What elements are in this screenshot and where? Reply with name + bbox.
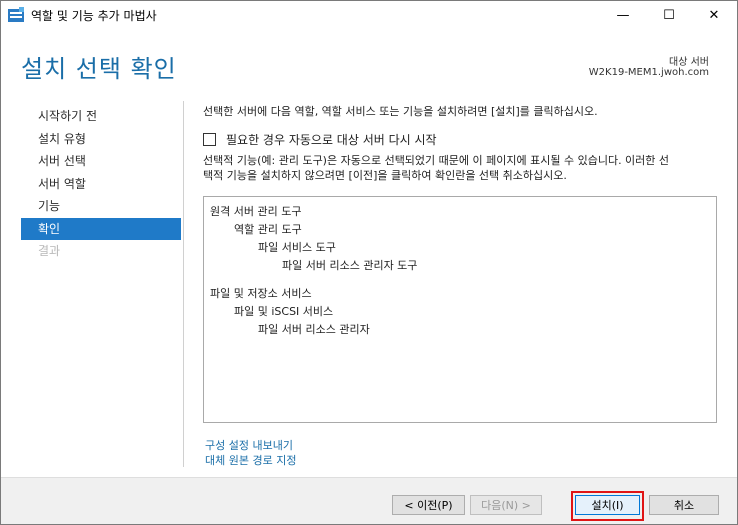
- restart-option[interactable]: 필요한 경우 자동으로 대상 서버 다시 시작: [203, 131, 437, 148]
- restart-label[interactable]: 필요한 경우 자동으로 대상 서버 다시 시작: [226, 131, 437, 148]
- feature-item: 역할 관리 도구: [234, 223, 302, 236]
- nav-divider: [183, 101, 184, 467]
- alternate-source-link[interactable]: 대체 원본 경로 지정: [205, 452, 296, 468]
- maximize-icon: ☐: [663, 7, 675, 23]
- wizard-window: 역할 및 기능 추가 마법사 — ☐ ✕ 설치 선택 확인 대상 서버 W2K1…: [0, 0, 738, 525]
- close-button[interactable]: ✕: [691, 1, 737, 29]
- note-line-2: 택적 기능을 설치하지 않으려면 [이전]을 클릭하여 확인란을 선택 취소하십…: [203, 169, 567, 182]
- minimize-button[interactable]: —: [600, 1, 646, 29]
- feature-item: 파일 서비스 도구: [258, 241, 336, 254]
- feature-item: 파일 및 iSCSI 서비스: [234, 305, 334, 318]
- feature-item: 파일 및 저장소 서비스: [210, 287, 312, 300]
- nav-item-before-you-begin[interactable]: 시작하기 전: [21, 105, 181, 128]
- nav-item-installation-type[interactable]: 설치 유형: [21, 128, 181, 151]
- feature-item: 파일 서버 리소스 관리자 도구: [282, 259, 418, 272]
- title-bar: 역할 및 기능 추가 마법사 — ☐ ✕: [1, 1, 737, 29]
- nav-item-results: 결과: [38, 244, 61, 258]
- destination-server-label: 대상 서버: [669, 57, 709, 68]
- next-button: 다음(N) >: [470, 495, 542, 515]
- export-config-link[interactable]: 구성 설정 내보내기: [205, 437, 293, 453]
- cancel-button[interactable]: 취소: [649, 495, 719, 515]
- page-title: 설치 선택 확인: [21, 55, 177, 83]
- previous-button[interactable]: < 이전(P): [392, 495, 465, 515]
- nav-item-server-selection[interactable]: 서버 선택: [21, 150, 181, 173]
- install-highlight-box: [571, 491, 644, 521]
- nav-item-server-roles[interactable]: 서버 역할: [21, 173, 181, 196]
- optional-features-note: 선택적 기능(예: 관리 도구)은 자동으로 선택되었기 때문에 이 페이지에 …: [203, 153, 718, 183]
- wizard-steps-nav: 시작하기 전 설치 유형 서버 선택 서버 역할 기능 확인 결과: [21, 105, 181, 263]
- nav-item-features[interactable]: 기능: [21, 195, 181, 218]
- maximize-button[interactable]: ☐: [646, 1, 692, 29]
- nav-item-confirmation[interactable]: 확인: [21, 217, 181, 240]
- minimize-icon: —: [616, 7, 630, 23]
- wizard-header: 설치 선택 확인 대상 서버 W2K19-MEM1.jwoh.com: [1, 29, 737, 91]
- restart-checkbox[interactable]: [203, 133, 216, 146]
- instruction-text: 선택한 서버에 다음 역할, 역할 서비스 또는 기능을 설치하려면 [설치]를…: [203, 105, 598, 118]
- wizard-footer: < 이전(P) 다음(N) > 설치(I) 취소: [1, 477, 737, 524]
- window-title: 역할 및 기능 추가 마법사: [31, 9, 157, 23]
- note-line-1: 선택적 기능(예: 관리 도구)은 자동으로 선택되었기 때문에 이 페이지에 …: [203, 154, 670, 167]
- server-manager-icon: [8, 7, 24, 22]
- destination-server-name: W2K19-MEM1.jwoh.com: [588, 67, 709, 78]
- close-icon: ✕: [708, 7, 720, 23]
- selected-features-list[interactable]: 원격 서버 관리 도구 역할 관리 도구 파일 서비스 도구 파일 서버 리소스…: [203, 196, 717, 423]
- feature-item: 파일 서버 리소스 관리자: [258, 323, 370, 336]
- feature-item: 원격 서버 관리 도구: [210, 205, 302, 218]
